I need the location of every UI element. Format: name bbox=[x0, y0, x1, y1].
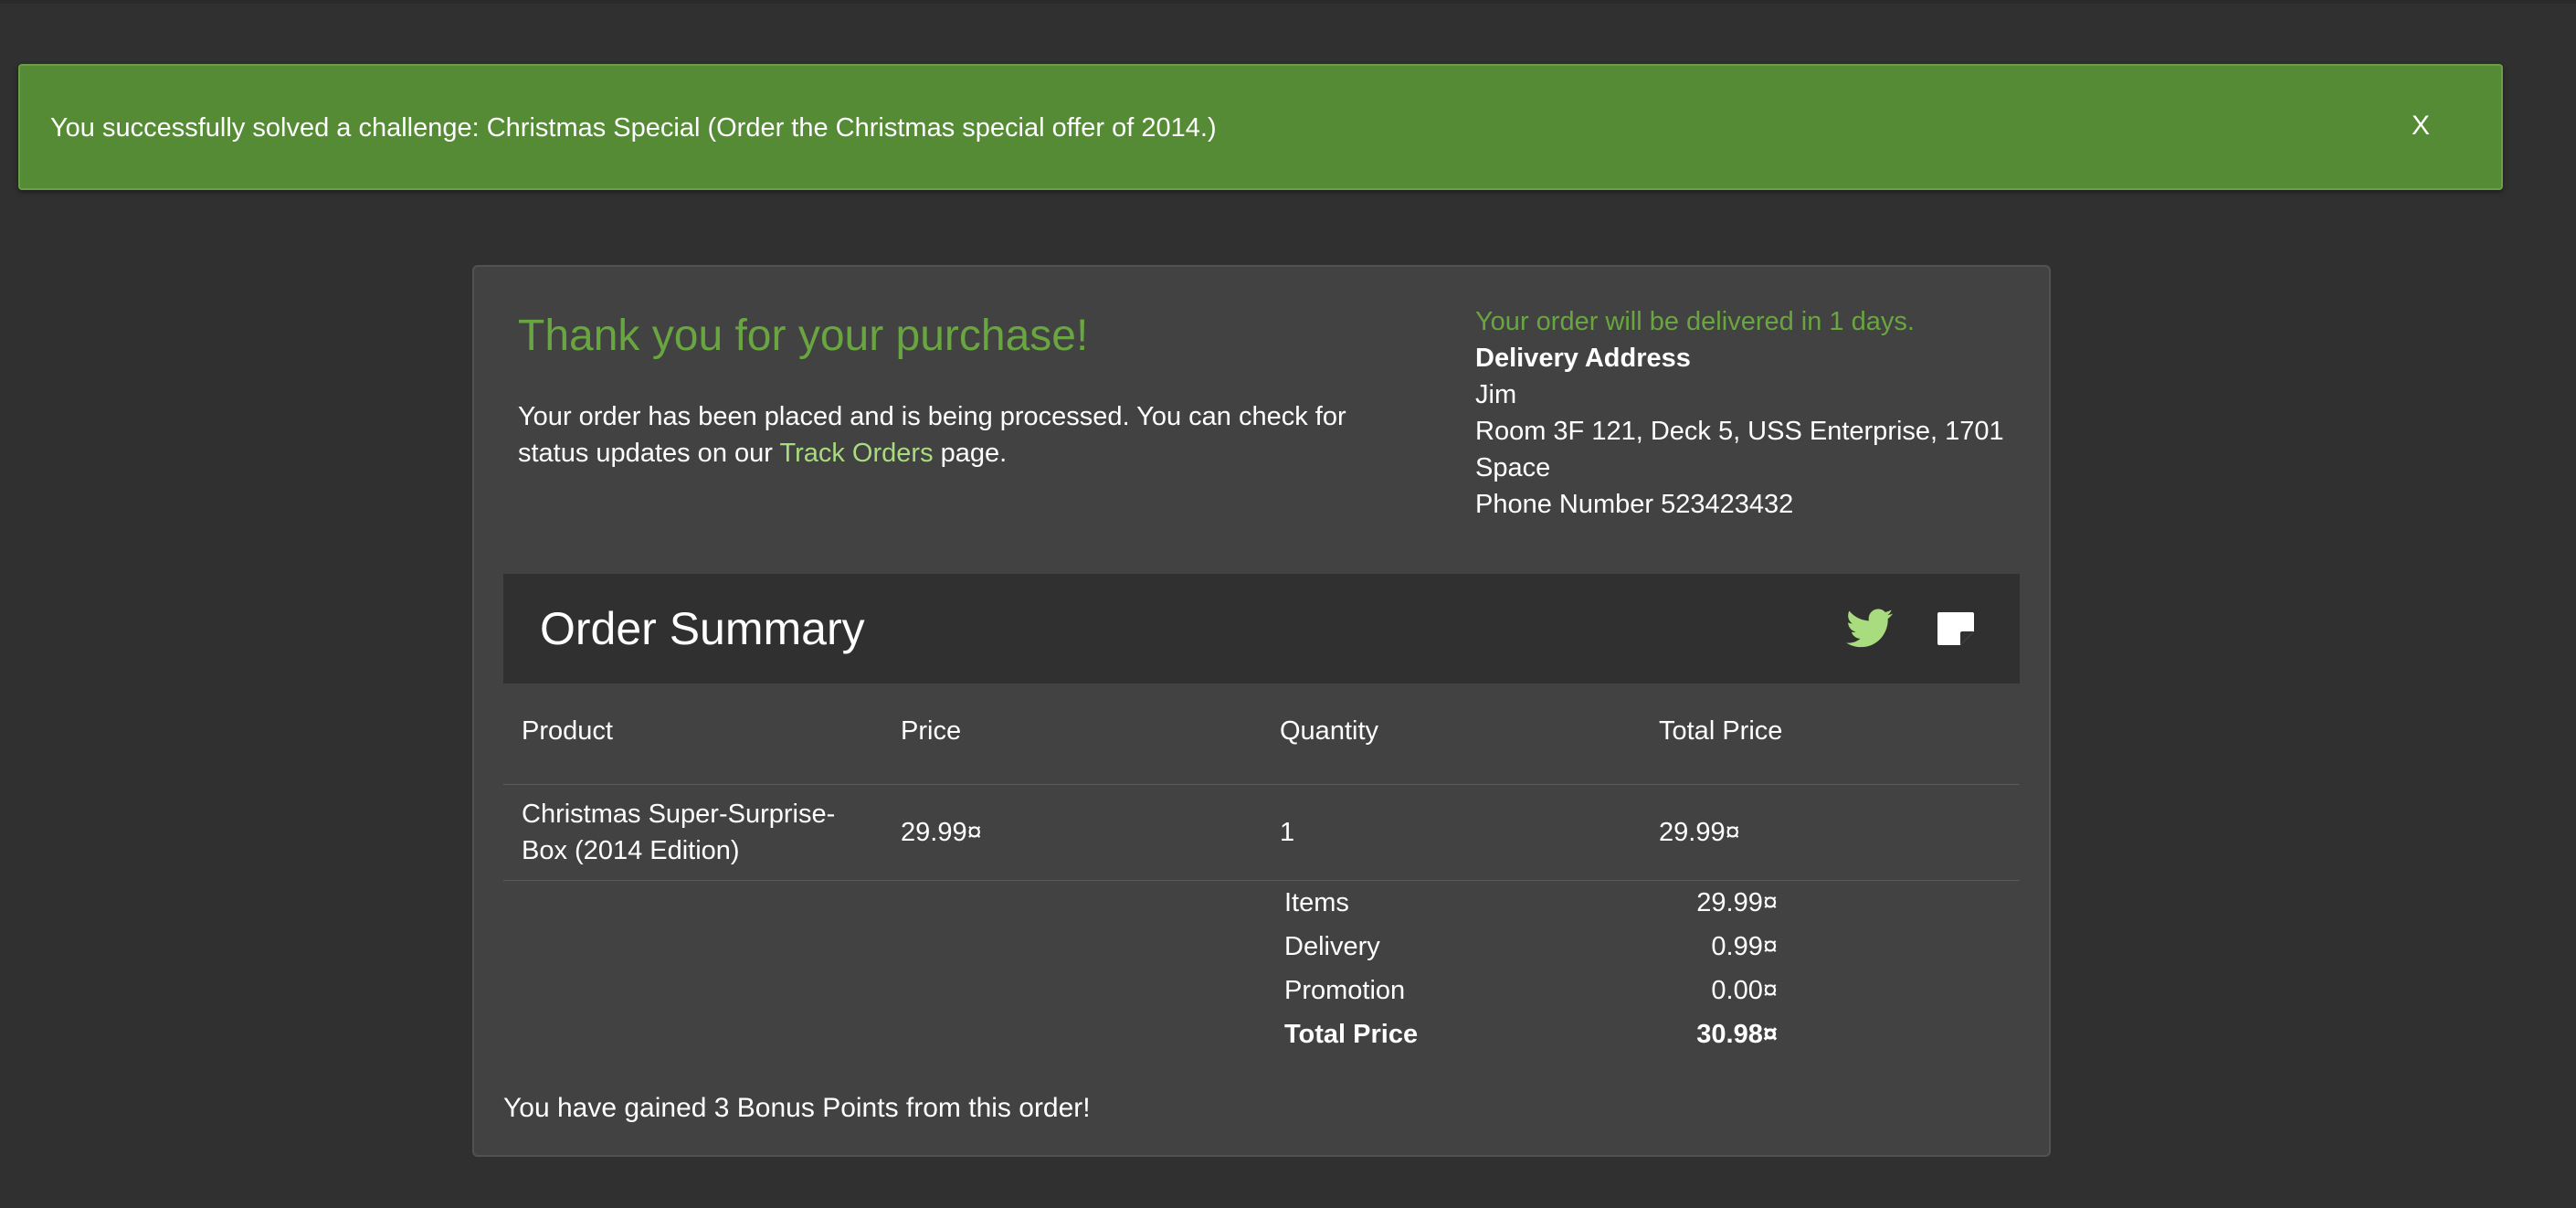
totals-row-delivery: Delivery 0.99¤ bbox=[1284, 925, 1778, 969]
column-header-quantity: Quantity bbox=[1280, 716, 1378, 746]
order-totals: Items 29.99¤ Delivery 0.99¤ Promotion 0.… bbox=[1284, 881, 1778, 1056]
totals-label: Items bbox=[1284, 888, 1349, 917]
notification-message: You successfully solved a challenge: Chr… bbox=[50, 113, 1217, 143]
order-table: Product Price Quantity Total Price Chris… bbox=[503, 683, 2020, 881]
totals-label: Delivery bbox=[1284, 932, 1380, 961]
column-header-total-price: Total Price bbox=[1659, 716, 1783, 746]
totals-value: 30.98¤ bbox=[1696, 1020, 1778, 1049]
order-confirmation-card: Thank you for your purchase! Your order … bbox=[472, 265, 2051, 1157]
totals-label: Promotion bbox=[1284, 976, 1406, 1005]
delivery-name: Jim bbox=[1475, 380, 1517, 409]
notification-close-button[interactable]: X bbox=[2412, 110, 2430, 143]
delivery-address-heading: Delivery Address bbox=[1475, 344, 1691, 373]
twitter-bird-icon[interactable] bbox=[1846, 609, 1894, 649]
product-total-price: 29.99¤ bbox=[1659, 818, 1740, 847]
order-placed-text-end: page. bbox=[933, 439, 1008, 468]
delivery-phone: Phone Number 523423432 bbox=[1475, 490, 1794, 519]
column-header-product: Product bbox=[522, 716, 613, 746]
window-top-edge bbox=[0, 0, 2576, 4]
totals-label: Total Price bbox=[1284, 1020, 1419, 1049]
totals-value: 29.99¤ bbox=[1696, 888, 1778, 917]
order-placed-message: Your order has been placed and is being … bbox=[518, 398, 1395, 472]
column-header-price: Price bbox=[901, 716, 962, 746]
table-header-row: Product Price Quantity Total Price bbox=[503, 683, 2020, 785]
totals-row-total-price: Total Price 30.98¤ bbox=[1284, 1012, 1778, 1056]
delivery-region: Space bbox=[1475, 453, 1551, 482]
product-quantity: 1 bbox=[1280, 818, 1295, 847]
thank-you-heading: Thank you for your purchase! bbox=[518, 312, 1089, 360]
delivery-address-line: Room 3F 121, Deck 5, USS Enterprise, 170… bbox=[1475, 417, 2004, 446]
bonus-points-message: You have gained 3 Bonus Points from this… bbox=[503, 1093, 1091, 1123]
product-name: Christmas Super-Surprise-Box (2014 Editi… bbox=[522, 800, 836, 865]
totals-value: 0.00¤ bbox=[1711, 976, 1778, 1005]
delivery-eta: Your order will be delivered in 1 days. bbox=[1475, 307, 1915, 336]
bookmark-note-icon[interactable] bbox=[1936, 610, 1976, 647]
challenge-solved-notification: You successfully solved a challenge: Chr… bbox=[18, 64, 2503, 190]
delivery-info: Your order will be delivered in 1 days. … bbox=[1475, 303, 2042, 523]
product-price: 29.99¤ bbox=[901, 818, 982, 847]
order-summary-title: Order Summary bbox=[540, 603, 865, 654]
totals-row-promotion: Promotion 0.00¤ bbox=[1284, 969, 1778, 1012]
table-row: Christmas Super-Surprise-Box (2014 Editi… bbox=[503, 785, 2020, 881]
track-orders-link[interactable]: Track Orders bbox=[779, 439, 933, 468]
order-summary-header: Order Summary bbox=[503, 574, 2020, 683]
totals-row-items: Items 29.99¤ bbox=[1284, 881, 1778, 925]
totals-value: 0.99¤ bbox=[1711, 932, 1778, 961]
